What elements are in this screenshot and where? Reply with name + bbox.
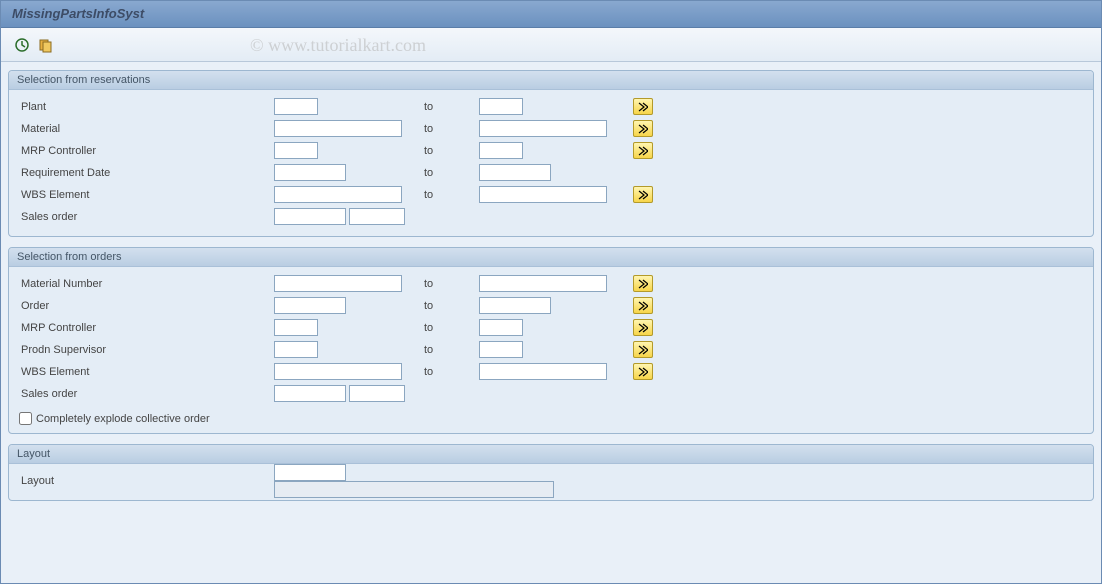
arrow-right-icon — [638, 190, 648, 200]
mrp2-to-input[interactable] — [479, 319, 523, 336]
group-reservations-title: Selection from reservations — [9, 71, 1093, 90]
label-mrp2: MRP Controller — [19, 322, 274, 334]
order-from-input[interactable] — [274, 297, 346, 314]
to-label: to — [424, 300, 479, 312]
prodn-from-input[interactable] — [274, 341, 318, 358]
to-label: to — [424, 101, 479, 113]
layout-desc-input — [274, 481, 554, 498]
arrow-right-icon — [638, 102, 648, 112]
label-wbs: WBS Element — [19, 189, 274, 201]
to-label: to — [424, 322, 479, 334]
arrow-right-icon — [638, 323, 648, 333]
salesorder2-input2[interactable] — [349, 385, 405, 402]
variant-button[interactable] — [36, 35, 56, 55]
group-reservations: Selection from reservations Plant to Mat… — [8, 70, 1094, 237]
label-matnum: Material Number — [19, 278, 274, 290]
mrp-multi-button[interactable] — [633, 142, 653, 159]
label-salesorder2: Sales order — [19, 388, 274, 400]
matnum-to-input[interactable] — [479, 275, 607, 292]
label-plant: Plant — [19, 101, 274, 113]
group-layout: Layout Layout — [8, 444, 1094, 501]
plant-from-input[interactable] — [274, 98, 318, 115]
to-label: to — [424, 145, 479, 157]
order-to-input[interactable] — [479, 297, 551, 314]
material-multi-button[interactable] — [633, 120, 653, 137]
label-salesorder: Sales order — [19, 211, 274, 223]
page-title: MissingPartsInfoSyst — [12, 6, 144, 21]
matnum-from-input[interactable] — [274, 275, 402, 292]
label-material: Material — [19, 123, 274, 135]
reqdate-to-input[interactable] — [479, 164, 551, 181]
wbs-from-input[interactable] — [274, 186, 402, 203]
wbs2-multi-button[interactable] — [633, 363, 653, 380]
label-layout: Layout — [19, 475, 274, 487]
wbs2-from-input[interactable] — [274, 363, 402, 380]
variant-icon — [38, 37, 54, 53]
content-area: Selection from reservations Plant to Mat… — [0, 62, 1102, 584]
arrow-right-icon — [638, 146, 648, 156]
to-label: to — [424, 123, 479, 135]
explode-label: Completely explode collective order — [36, 413, 210, 425]
plant-multi-button[interactable] — [633, 98, 653, 115]
to-label: to — [424, 167, 479, 179]
material-to-input[interactable] — [479, 120, 607, 137]
to-label: to — [424, 278, 479, 290]
wbs2-to-input[interactable] — [479, 363, 607, 380]
matnum-multi-button[interactable] — [633, 275, 653, 292]
plant-to-input[interactable] — [479, 98, 523, 115]
wbs-multi-button[interactable] — [633, 186, 653, 203]
label-reqdate: Requirement Date — [19, 167, 274, 179]
execute-button[interactable] — [12, 35, 32, 55]
arrow-right-icon — [638, 367, 648, 377]
mrp-from-input[interactable] — [274, 142, 318, 159]
to-label: to — [424, 366, 479, 378]
salesorder2-input1[interactable] — [274, 385, 346, 402]
mrp2-from-input[interactable] — [274, 319, 318, 336]
material-from-input[interactable] — [274, 120, 402, 137]
label-wbs2: WBS Element — [19, 366, 274, 378]
to-label: to — [424, 189, 479, 201]
clock-execute-icon — [14, 37, 30, 53]
arrow-right-icon — [638, 124, 648, 134]
salesorder-input2[interactable] — [349, 208, 405, 225]
prodn-to-input[interactable] — [479, 341, 523, 358]
mrp-to-input[interactable] — [479, 142, 523, 159]
label-prodn: Prodn Supervisor — [19, 344, 274, 356]
mrp2-multi-button[interactable] — [633, 319, 653, 336]
salesorder-input1[interactable] — [274, 208, 346, 225]
label-mrp: MRP Controller — [19, 145, 274, 157]
group-layout-title: Layout — [9, 445, 1093, 464]
label-order: Order — [19, 300, 274, 312]
order-multi-button[interactable] — [633, 297, 653, 314]
explode-checkbox[interactable] — [19, 412, 32, 425]
group-orders: Selection from orders Material Number to… — [8, 247, 1094, 434]
arrow-right-icon — [638, 279, 648, 289]
to-label: to — [424, 344, 479, 356]
wbs-to-input[interactable] — [479, 186, 607, 203]
arrow-right-icon — [638, 345, 648, 355]
prodn-multi-button[interactable] — [633, 341, 653, 358]
reqdate-from-input[interactable] — [274, 164, 346, 181]
group-orders-title: Selection from orders — [9, 248, 1093, 267]
titlebar: MissingPartsInfoSyst — [0, 0, 1102, 28]
layout-input[interactable] — [274, 464, 346, 481]
toolbar — [0, 28, 1102, 62]
arrow-right-icon — [638, 301, 648, 311]
